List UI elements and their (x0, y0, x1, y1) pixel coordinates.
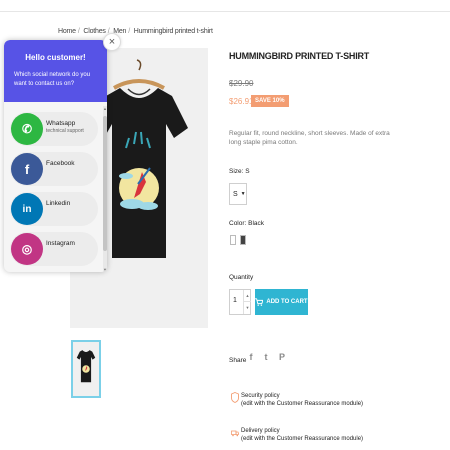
quantity-increment-icon[interactable]: ▲ (243, 290, 251, 302)
quantity-stepper[interactable]: 1 ▲ ▼ (229, 289, 251, 315)
popup-scrollbar[interactable]: ▲ ▼ (103, 106, 107, 272)
color-label: Color: Black (229, 220, 265, 227)
product-title: HUMMINGBIRD PRINTED T-SHIRT (229, 51, 370, 61)
breadcrumb: Home / Clothes / Men / Hummingbird printed … (58, 28, 213, 35)
reassurance-text: (edit with the Customer Reassurance modu… (241, 436, 364, 442)
add-to-cart-button[interactable]: ADD TO CART (255, 289, 308, 315)
tshirt-thumbnail-image (76, 350, 96, 383)
messenger-icon: f (11, 153, 43, 185)
popup-header: Hello customer! Which social network do … (4, 40, 107, 102)
quantity-value[interactable]: 1 (233, 297, 237, 304)
cart-icon (255, 298, 264, 306)
breadcrumb-clothes[interactable]: Clothes (83, 28, 106, 35)
reassurance-text: (edit with the Customer Reassurance modu… (241, 401, 364, 407)
size-select[interactable]: S ▼ (229, 183, 247, 205)
quantity-decrement-icon[interactable]: ▼ (243, 302, 251, 314)
product-description: Regular fit, round neckline, short sleev… (229, 130, 390, 146)
social-item-facebook[interactable]: f Facebook (10, 152, 98, 186)
breadcrumb-separator: / (77, 28, 80, 35)
scrollbar-thumb[interactable] (103, 116, 107, 251)
breadcrumb-separator: / (128, 28, 130, 35)
social-item-linkedin[interactable]: in Linkedin (10, 192, 98, 226)
reassurance-title: Security policy (241, 393, 280, 399)
social-contact-popup: Hello customer! Which social network do … (4, 40, 107, 272)
pinterest-icon[interactable]: P (276, 352, 288, 366)
current-price: $26.91 (229, 97, 254, 106)
size-select-value: S (233, 190, 238, 198)
breadcrumb-home[interactable]: Home (58, 28, 76, 35)
social-item-name: Linkedin (46, 200, 71, 207)
truck-icon (231, 430, 239, 437)
social-network-list: ✆ Whatsapp technical support f Facebook … (4, 106, 107, 272)
size-label: Size: S (229, 168, 250, 175)
social-item-subtitle: technical support (46, 128, 84, 134)
popup-subtitle: Which social network do you want to cont… (14, 72, 91, 87)
twitter-icon[interactable]: t (260, 352, 272, 366)
social-item-name: Facebook (46, 160, 75, 167)
quantity-label: Quantity (229, 274, 254, 281)
shield-icon (231, 392, 239, 403)
social-item-name: Instagram (46, 240, 75, 247)
chevron-down-icon: ▼ (240, 191, 246, 197)
breadcrumb-current: Hummingbird printed t-shirt (133, 28, 213, 35)
instagram-icon: ◎ (11, 233, 43, 265)
discount-badge: SAVE 10% (251, 95, 289, 107)
color-swatch-black[interactable] (240, 235, 246, 245)
popup-title: Hello customer! (25, 53, 86, 62)
linkedin-icon: in (11, 193, 43, 225)
whatsapp-icon: ✆ (11, 113, 43, 145)
share-label: Share (229, 357, 247, 364)
regular-price: $29.90 (229, 79, 254, 88)
product-thumbnail[interactable] (71, 340, 101, 398)
facebook-icon[interactable]: f (245, 352, 257, 366)
scroll-down-icon[interactable]: ▼ (103, 267, 107, 272)
close-icon[interactable]: × (103, 33, 121, 51)
social-item-instagram[interactable]: ◎ Instagram (10, 232, 98, 266)
reassurance-title: Delivery policy (241, 428, 280, 434)
scroll-up-icon[interactable]: ▲ (103, 106, 107, 111)
add-to-cart-label: ADD TO CART (266, 299, 308, 305)
social-item-name: Whatsapp (46, 120, 76, 127)
social-item-whatsapp[interactable]: ✆ Whatsapp technical support (10, 112, 98, 146)
color-swatch-white[interactable] (230, 235, 236, 245)
top-bar (0, 0, 450, 12)
